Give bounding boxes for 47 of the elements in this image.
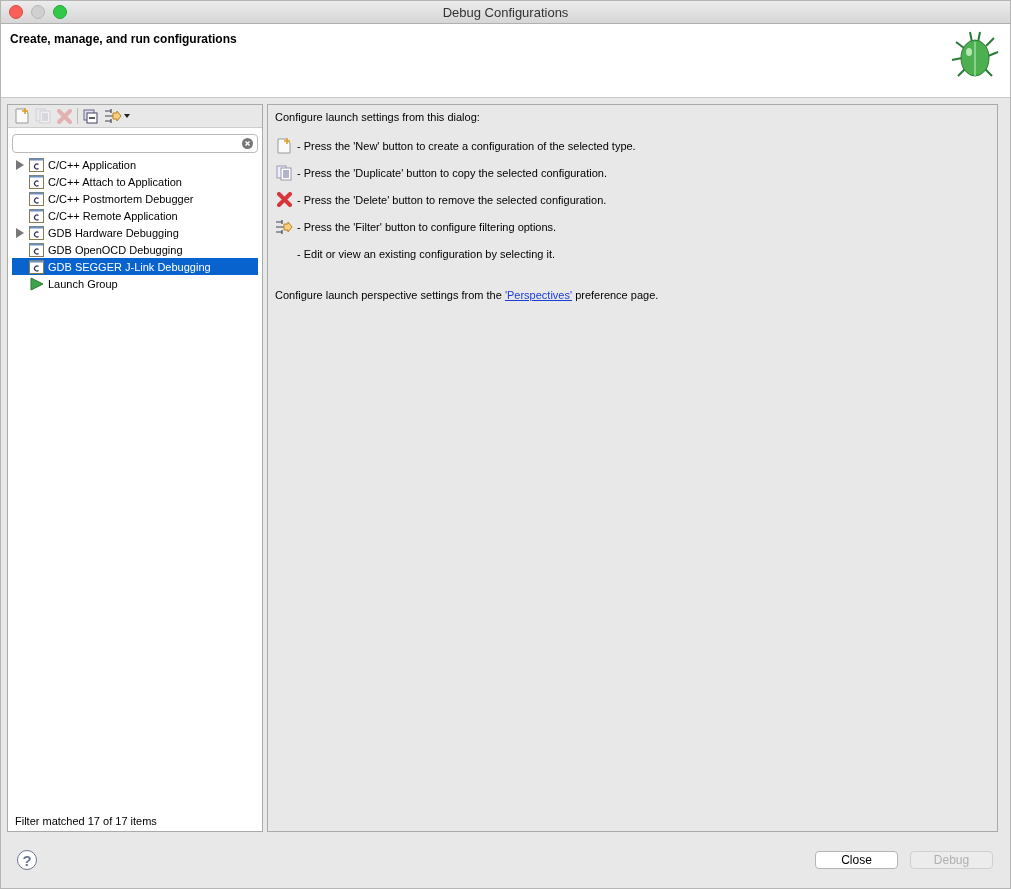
filter-status: Filter matched 17 of 17 items	[14, 815, 158, 829]
filter-icon	[275, 218, 293, 235]
new-document-icon	[15, 108, 29, 124]
help-button[interactable]: ?	[17, 850, 37, 870]
dialog-button[interactable]: Close	[815, 851, 898, 869]
dialog-heading: Create, manage, and run configurations	[10, 32, 237, 46]
c-file-icon	[29, 242, 44, 257]
perspective-settings-text: Configure launch perspective settings from the 'Perspectives' preference page.	[275, 289, 660, 301]
tree-item[interactable]: C/C++ Application	[12, 156, 258, 173]
copy-document-icon	[276, 164, 292, 181]
delete-x-icon	[276, 192, 292, 207]
tree-item[interactable]: GDB Hardware Debugging	[12, 224, 258, 241]
filter-icon	[104, 108, 122, 124]
clear-icon[interactable]	[242, 138, 253, 149]
c-file-icon	[29, 259, 44, 274]
c-file-icon	[29, 225, 44, 240]
tree-item[interactable]: Launch Group	[12, 275, 258, 292]
window-title: Debug Configurations	[442, 4, 569, 20]
new-document-icon	[277, 137, 291, 154]
caret-icon	[124, 114, 130, 118]
expand-arrow-icon[interactable]	[16, 159, 24, 170]
c-file-icon	[29, 174, 44, 189]
c-file-icon	[29, 208, 44, 223]
close-window-icon[interactable]	[9, 5, 23, 19]
new-toolbar-button[interactable]	[14, 108, 30, 124]
filter-toolbar-button[interactable]	[103, 108, 131, 124]
perspectives-link[interactable]: 'Perspectives'	[504, 289, 573, 301]
tree-item[interactable]: C/C++ Postmortem Debugger	[12, 190, 258, 207]
intro-text: Configure launch settings from this dialog:	[275, 111, 481, 123]
c-file-icon	[29, 157, 44, 172]
collapse-all-icon	[83, 108, 98, 124]
tree-item[interactable]: C/C++ Attach to Application	[12, 173, 258, 190]
instruction-text: - Press the 'Delete' button to remove the selected configuration.	[297, 193, 607, 206]
collapse-toolbar-button[interactable]	[82, 108, 99, 124]
c-file-icon	[29, 191, 44, 206]
delete-x-icon	[57, 108, 72, 124]
tree-item[interactable]: GDB SEGGER J-Link Debugging	[12, 258, 258, 275]
expand-arrow-icon[interactable]	[16, 227, 24, 238]
instruction-text: - Edit or view an existing configuration by selecting it.	[297, 247, 556, 260]
instruction-text: - Press the 'New' button to create a configuration of the selected type.	[297, 139, 636, 152]
instruction-text: - Press the 'Duplicate' button to copy the selected configuration.	[297, 166, 607, 179]
instruction-text: - Press the 'Filter' button to configure filtering options.	[297, 220, 557, 233]
filter-field[interactable]	[12, 134, 258, 153]
copy-document-icon	[35, 108, 51, 124]
tree-item[interactable]: C/C++ Remote Application	[12, 207, 258, 224]
tree-item[interactable]: GDB OpenOCD Debugging	[12, 241, 258, 258]
maximize-window-icon[interactable]	[53, 5, 67, 19]
